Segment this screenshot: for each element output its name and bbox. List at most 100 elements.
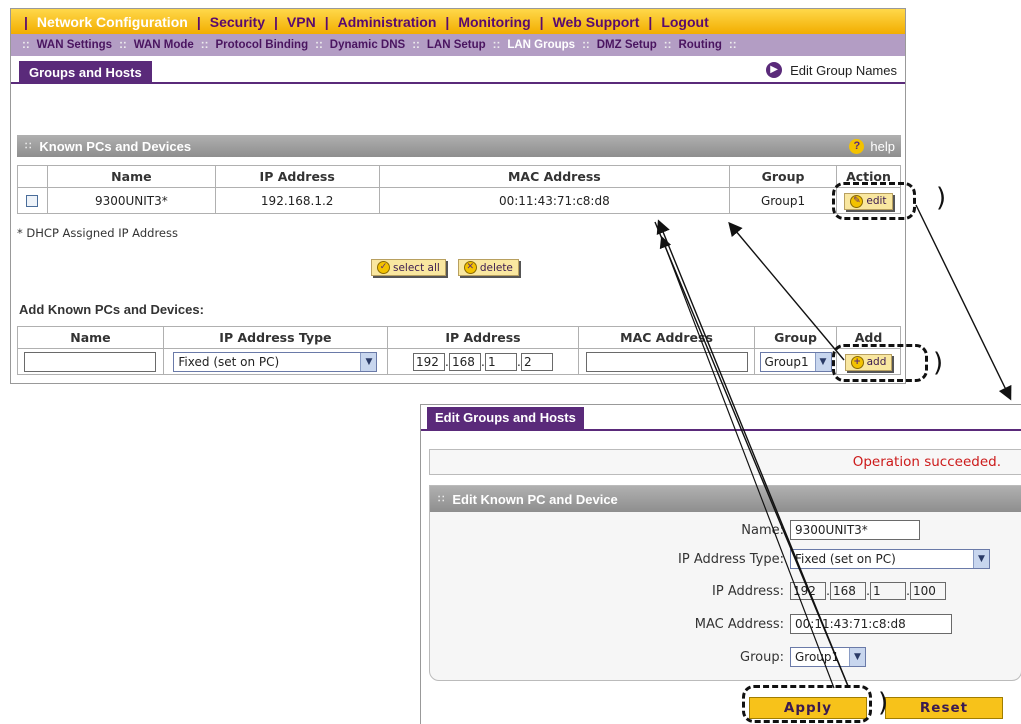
add-group-cell: Group1 ▼: [754, 348, 837, 375]
add-column-header-name: Name: [17, 326, 164, 349]
delete-label: delete: [479, 261, 513, 274]
nav-network-configuration[interactable]: Network Configuration: [37, 14, 188, 30]
add-name-input[interactable]: [24, 351, 157, 372]
nav-separator: |: [648, 13, 653, 30]
subnav-routing[interactable]: Routing: [678, 39, 721, 51]
nav-separator: |: [273, 13, 278, 30]
top-nav: | Network Configuration | Security | VPN…: [11, 9, 905, 34]
groups-and-hosts-panel: | Network Configuration | Security | VPN…: [10, 8, 906, 384]
add-callout-highlight: [832, 344, 928, 382]
nav-vpn[interactable]: VPN: [287, 14, 316, 30]
nav-web-support[interactable]: Web Support: [553, 14, 640, 30]
table-header-row: Name IP Address Type IP Address MAC Addr…: [17, 326, 901, 349]
column-header-mac: MAC Address: [378, 165, 731, 188]
callout-bracket: ): [936, 183, 947, 213]
subnav-separator: ::: [728, 39, 737, 51]
tab-row: Groups and Hosts ▶ Edit Group Names: [11, 56, 905, 84]
apply-callout-highlight: [742, 685, 872, 723]
add-ip-type-value: Fixed (set on PC): [178, 354, 280, 369]
ip-type-label: IP Address Type:: [678, 551, 784, 567]
nav-separator: |: [196, 13, 201, 30]
edit-section-title: Edit Known PC and Device: [452, 491, 618, 507]
column-header-name: Name: [46, 165, 216, 188]
add-group-select[interactable]: Group1 ▼: [759, 351, 832, 372]
name-label: Name:: [741, 522, 784, 538]
subnav-lan-setup[interactable]: LAN Setup: [427, 39, 486, 51]
subnav-protocol-binding[interactable]: Protocol Binding: [215, 39, 308, 51]
nav-logout[interactable]: Logout: [661, 14, 708, 30]
chevron-down-icon: ▼: [360, 352, 377, 371]
add-ip-type-cell: Fixed (set on PC) ▼: [162, 348, 388, 375]
mac-address-input[interactable]: 00:11:43:71:c8:d8: [790, 614, 952, 634]
add-ip-octet-4[interactable]: 2: [520, 352, 553, 371]
mac-address-row: MAC Address: 00:11:43:71:c8:d8: [430, 614, 1021, 634]
select-all-button[interactable]: ✓ select all: [371, 259, 446, 276]
subnav-separator: ::: [119, 39, 127, 51]
ip-octet-3[interactable]: 1: [870, 582, 906, 600]
add-name-cell: [17, 348, 164, 375]
ip-address-label: IP Address:: [712, 583, 784, 599]
subnav-separator: ::: [663, 39, 672, 51]
group-row: Group: Group1 ▼: [430, 647, 1021, 667]
callout-bracket: ): [933, 348, 944, 378]
help-link[interactable]: ? help: [849, 138, 901, 154]
dhcp-note: * DHCP Assigned IP Address: [17, 226, 178, 240]
tab-groups-and-hosts[interactable]: Groups and Hosts: [19, 61, 152, 84]
nav-separator: |: [445, 13, 450, 30]
select-all-label: select all: [393, 261, 440, 274]
name-input[interactable]: 9300UNIT3*: [790, 520, 920, 540]
delete-button[interactable]: ✕ delete: [457, 259, 519, 276]
ip-type-row: IP Address Type: Fixed (set on PC) ▼: [430, 549, 1021, 569]
nav-security[interactable]: Security: [210, 14, 265, 30]
nav-separator: |: [539, 13, 544, 30]
subnav-wan-mode[interactable]: WAN Mode: [134, 39, 194, 51]
grip-icon: ∷: [438, 493, 445, 505]
ip-octet-2[interactable]: 168: [830, 582, 866, 600]
select-column-header: [17, 165, 48, 188]
edit-group-names-link[interactable]: ▶ Edit Group Names: [766, 62, 897, 78]
subnav-wan-settings[interactable]: WAN Settings: [37, 39, 112, 51]
edit-groups-and-hosts-panel: Edit Groups and Hosts Operation succeede…: [420, 404, 1021, 724]
add-ip-octet-2[interactable]: 168: [448, 352, 481, 371]
x-icon: ✕: [463, 261, 477, 274]
add-ip-octet-1[interactable]: 192: [412, 352, 445, 371]
subnav-separator: ::: [22, 39, 30, 51]
tab-edit-groups-and-hosts[interactable]: Edit Groups and Hosts: [427, 407, 584, 429]
status-message: Operation succeeded.: [429, 449, 1021, 475]
mac-address-label: MAC Address:: [694, 616, 784, 632]
add-ip-octet-3[interactable]: 1: [484, 352, 517, 371]
row-checkbox[interactable]: [26, 195, 39, 207]
chevron-down-icon: ▼: [849, 648, 865, 666]
row-ip: 192.168.1.2: [214, 187, 380, 214]
subnav-lan-groups[interactable]: LAN Groups: [507, 39, 575, 51]
chevron-down-icon: ▼: [973, 550, 989, 568]
row-name: 9300UNIT3*: [46, 187, 216, 214]
edit-group-names-label: Edit Group Names: [790, 62, 897, 78]
nav-separator: |: [24, 13, 28, 30]
bulk-action-buttons: ✓ select all ✕ delete: [371, 259, 519, 276]
edit-section-header: ∷ Edit Known PC and Device: [430, 486, 1021, 512]
ip-address-row: IP Address: 192. 168. 1. 100: [430, 582, 1021, 600]
row-group: Group1: [729, 187, 837, 214]
subnav-separator: ::: [582, 39, 590, 51]
ip-octet-1[interactable]: 192: [790, 582, 826, 600]
callout-bracket: ): [878, 688, 889, 718]
arrow-edit-to-edit-panel: [915, 204, 1012, 401]
subnav-dynamic-dns[interactable]: Dynamic DNS: [330, 39, 405, 51]
subnav-dmz-setup[interactable]: DMZ Setup: [597, 39, 657, 51]
edit-callout-highlight: [832, 182, 916, 220]
column-header-ip: IP Address: [214, 165, 380, 188]
group-value: Group1: [795, 650, 840, 664]
ip-type-select[interactable]: Fixed (set on PC) ▼: [790, 549, 990, 569]
ip-type-value: Fixed (set on PC): [795, 552, 896, 566]
ip-octet-4[interactable]: 100: [910, 582, 946, 600]
add-mac-input[interactable]: [585, 351, 748, 372]
add-ip-cell: 192. 168. 1. 2: [386, 348, 580, 375]
add-ip-type-select[interactable]: Fixed (set on PC) ▼: [173, 351, 378, 372]
reset-button[interactable]: Reset: [885, 697, 1003, 719]
grip-icon: ∷: [25, 140, 32, 152]
group-select[interactable]: Group1 ▼: [790, 647, 866, 667]
nav-administration[interactable]: Administration: [338, 14, 437, 30]
nav-monitoring[interactable]: Monitoring: [458, 14, 530, 30]
row-select-cell: [17, 187, 48, 214]
